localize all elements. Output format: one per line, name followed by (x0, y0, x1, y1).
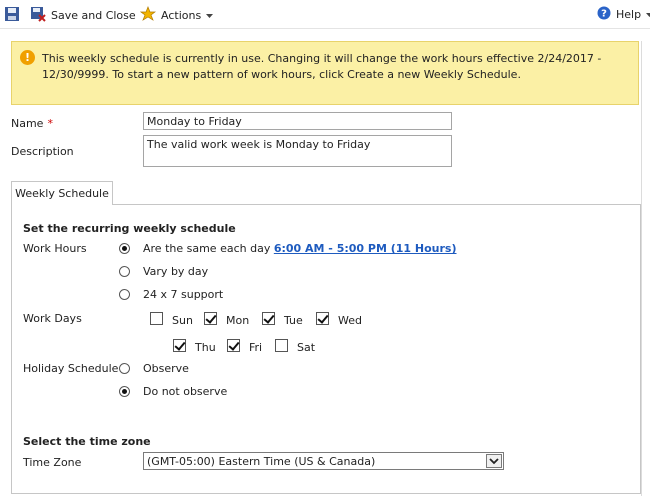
work-hours-same-label: Are the same each day 6:00 AM - 5:00 PM … (143, 242, 457, 255)
chevron-down-icon (646, 8, 650, 21)
chevron-down-icon (206, 9, 214, 22)
work-hours-same-text: Are the same each day (143, 242, 271, 255)
day-sun-label: Sun (172, 314, 193, 327)
holiday-do-not-observe-label: Do not observe (143, 385, 228, 398)
day-mon-label: Mon (226, 314, 250, 327)
work-days-label: Work Days (23, 312, 82, 325)
svg-text:?: ? (601, 9, 607, 20)
work-hours-vary-label: Vary by day (143, 265, 209, 278)
work-hours-label: Work Hours (23, 242, 87, 255)
holiday-do-not-observe-radio[interactable] (119, 386, 130, 397)
day-tue-checkbox[interactable] (262, 312, 275, 325)
day-fri-checkbox[interactable] (227, 339, 240, 352)
scroll-edge (641, 41, 642, 496)
time-zone-label: Time Zone (23, 456, 82, 469)
chevron-down-icon[interactable] (486, 454, 502, 468)
save-and-close-button[interactable]: Save and Close (30, 6, 136, 25)
day-wed-label: Wed (338, 314, 362, 327)
notification-bar: ! This weekly schedule is currently in u… (11, 41, 639, 105)
actions-menu-button[interactable]: Actions (139, 6, 214, 25)
holiday-observe-label: Observe (143, 362, 189, 375)
holiday-schedule-label: Holiday Schedule (23, 362, 119, 375)
description-label: Description (11, 145, 74, 158)
warning-icon: ! (20, 50, 35, 65)
day-tue-label: Tue (284, 314, 303, 327)
name-label: Name * (11, 117, 53, 130)
time-zone-select[interactable]: (GMT-05:00) Eastern Time (US & Canada) (143, 452, 504, 470)
work-hours-24x7-radio[interactable] (119, 289, 130, 300)
work-hours-vary-radio[interactable] (119, 266, 130, 277)
help-label: Help (616, 8, 642, 21)
save-button[interactable] (4, 6, 20, 25)
actions-label: Actions (161, 9, 202, 22)
save-and-close-label: Save and Close (51, 9, 136, 22)
work-hours-link[interactable]: 6:00 AM - 5:00 PM (11 Hours) (274, 242, 457, 255)
name-input[interactable]: Monday to Friday (143, 112, 452, 130)
help-menu-button[interactable]: ? Help (597, 6, 650, 23)
day-sat-label: Sat (297, 341, 316, 354)
actions-icon (139, 6, 157, 25)
notification-message: This weekly schedule is currently in use… (42, 52, 602, 81)
work-hours-24x7-label: 24 x 7 support (143, 288, 224, 301)
day-sat-checkbox[interactable] (275, 339, 288, 352)
day-fri-label: Fri (249, 341, 263, 354)
description-input[interactable]: The valid work week is Monday to Friday (143, 135, 452, 167)
time-zone-section-title: Select the time zone (23, 435, 151, 448)
save-icon (4, 6, 20, 25)
day-sun-checkbox[interactable] (150, 312, 163, 325)
recurring-schedule-title: Set the recurring weekly schedule (23, 222, 236, 235)
tab-weekly-schedule[interactable]: Weekly Schedule (11, 181, 113, 205)
work-hours-same-radio[interactable] (119, 243, 130, 254)
day-mon-checkbox[interactable] (204, 312, 217, 325)
day-wed-checkbox[interactable] (316, 312, 329, 325)
toolbar-divider (0, 28, 650, 29)
save-and-close-icon (30, 6, 46, 25)
holiday-observe-radio[interactable] (119, 363, 130, 374)
help-icon: ? (597, 6, 611, 23)
day-thu-label: Thu (195, 341, 216, 354)
name-label-text: Name (11, 117, 44, 130)
required-marker: * (47, 117, 53, 130)
time-zone-value: (GMT-05:00) Eastern Time (US & Canada) (147, 455, 376, 468)
day-thu-checkbox[interactable] (173, 339, 186, 352)
